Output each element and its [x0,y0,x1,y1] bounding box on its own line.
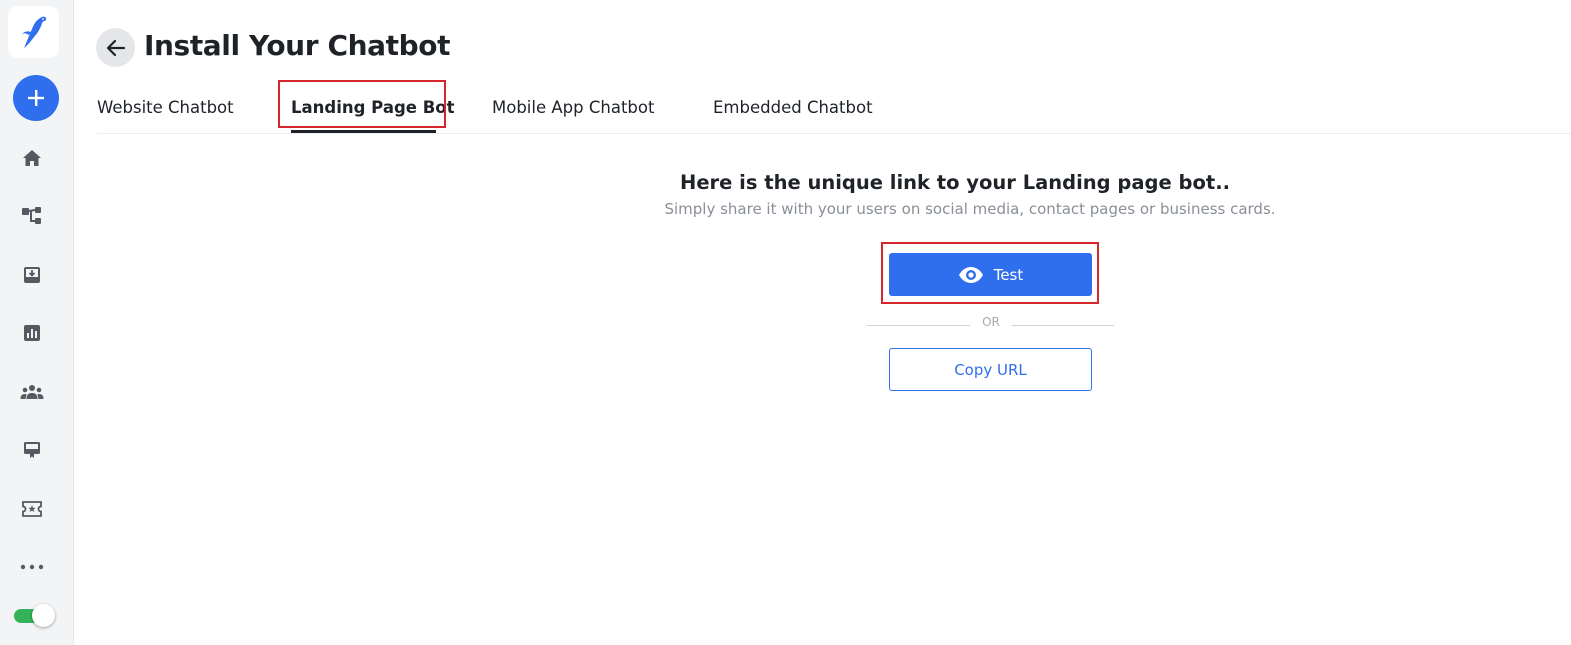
app-logo[interactable] [8,6,59,58]
active-tab-indicator [291,130,436,133]
or-divider-right [1012,325,1114,326]
billing-icon [24,442,40,458]
tab-landing-page-bot[interactable]: Landing Page Bot [291,98,455,117]
sidebar-item-home[interactable] [17,143,47,173]
back-button[interactable] [96,28,135,67]
team-icon [20,385,44,399]
test-button[interactable]: Test [889,253,1092,296]
test-button-label: Test [993,265,1024,284]
sidebar-item-billing[interactable] [17,435,47,465]
tab-mobile-app-chatbot[interactable]: Mobile App Chatbot [492,98,654,117]
sidebar-item-more[interactable] [17,552,47,582]
arrow-left-icon [106,39,125,56]
sidebar-item-team[interactable] [17,377,47,407]
copy-url-label: Copy URL [954,360,1027,379]
eye-icon [958,266,983,283]
analytics-icon [24,325,40,341]
inbox-icon [24,267,40,283]
sidebar-item-tickets[interactable] [17,494,47,524]
ticket-icon [22,501,42,517]
page-title: Install Your Chatbot [144,29,451,62]
copy-url-button[interactable]: Copy URL [889,348,1092,391]
or-divider-left [867,325,970,326]
add-button[interactable] [13,75,59,121]
sidebar-item-inbox[interactable] [17,260,47,290]
or-label: OR [982,315,1000,329]
tab-embedded-chatbot[interactable]: Embedded Chatbot [713,98,873,117]
bot-status-toggle[interactable] [14,604,55,627]
landing-link-subtext: Simply share it with your users on socia… [664,200,1276,218]
sidebar-item-flows[interactable] [17,201,47,231]
sidebar-item-analytics[interactable] [17,318,47,348]
flow-icon [22,207,41,224]
install-tabs: Website Chatbot Landing Page Bot Mobile … [97,92,1571,134]
bird-logo-icon [21,16,46,48]
tab-website-chatbot[interactable]: Website Chatbot [97,98,234,117]
landing-link-heading: Here is the unique link to your Landing … [680,171,1231,194]
home-icon [23,150,41,166]
sidebar [0,0,74,645]
plus-icon [28,90,44,106]
toggle-knob [32,604,55,627]
more-icon [20,564,44,570]
